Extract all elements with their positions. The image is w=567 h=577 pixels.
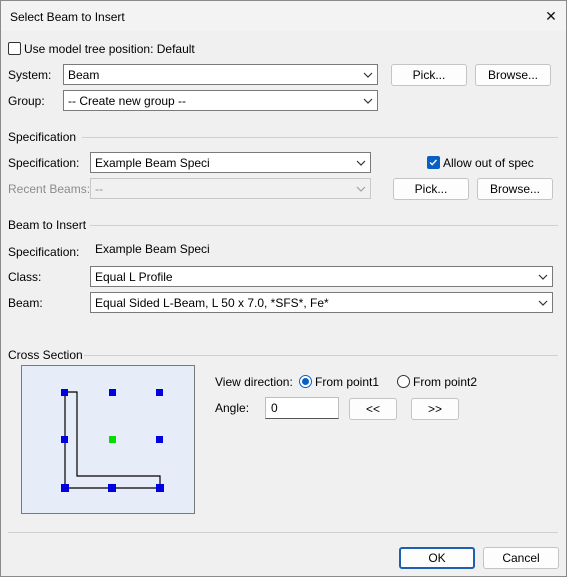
- system-label: System:: [8, 68, 52, 82]
- group-select[interactable]: -- Create new group --: [63, 90, 378, 111]
- angle-input[interactable]: 0: [265, 397, 339, 419]
- beam-spec-label: Specification:: [8, 245, 80, 259]
- handle-bottom-center: [108, 484, 116, 492]
- ok-button[interactable]: OK: [399, 547, 475, 569]
- from-point2-label: From point2: [413, 375, 478, 389]
- from-point1-label: From point1: [315, 375, 380, 389]
- chevron-down-icon: [356, 160, 366, 166]
- recent-beams-label: Recent Beams:: [8, 182, 91, 196]
- angle-label: Angle:: [215, 401, 250, 415]
- use-model-tree-label: Use model tree position: Default: [24, 42, 195, 56]
- chevron-down-icon: [356, 186, 366, 192]
- dialog-title: Select Beam to Insert: [10, 10, 125, 24]
- from-point1-radio[interactable]: [299, 375, 312, 388]
- spec-pick-button[interactable]: Pick...: [393, 178, 469, 200]
- specification-section-title: Specification: [8, 130, 77, 144]
- from-point2-radio[interactable]: [397, 375, 410, 388]
- checkmark-icon: [429, 159, 437, 166]
- handle-mid-left: [61, 436, 68, 443]
- cross-section-preview: [21, 365, 195, 514]
- class-value: Equal L Profile: [95, 270, 173, 284]
- handle-top-right: [156, 389, 163, 396]
- l-profile-diagram: [61, 389, 164, 492]
- handle-center: [109, 436, 116, 443]
- group-value: -- Create new group --: [68, 94, 187, 108]
- chevron-down-icon: [363, 98, 373, 104]
- handle-top-left: [61, 389, 68, 396]
- handle-bottom-left: [61, 484, 69, 492]
- use-model-tree-checkbox[interactable]: [8, 42, 21, 55]
- spec-label: Specification:: [8, 156, 80, 170]
- handle-bottom-right: [156, 484, 164, 492]
- chevron-down-icon: [538, 274, 548, 280]
- rotate-right-button[interactable]: >>: [411, 398, 459, 420]
- specification-divider: [82, 137, 558, 138]
- view-direction-label: View direction:: [215, 375, 293, 389]
- beam-label: Beam:: [8, 296, 43, 310]
- system-browse-button[interactable]: Browse...: [475, 64, 551, 86]
- beam-select[interactable]: Equal Sided L-Beam, L 50 x 7.0, *SFS*, F…: [90, 292, 553, 313]
- title-bar: Select Beam to Insert ✕: [1, 1, 566, 31]
- footer-divider: [8, 532, 558, 533]
- close-icon[interactable]: ✕: [537, 4, 565, 28]
- allow-out-of-spec-label: Allow out of spec: [443, 156, 534, 170]
- system-select[interactable]: Beam: [63, 64, 378, 85]
- handle-mid-right: [156, 436, 163, 443]
- system-value: Beam: [68, 68, 100, 82]
- specification-value: Example Beam Speci: [95, 156, 210, 170]
- cancel-button[interactable]: Cancel: [483, 547, 559, 569]
- recent-beams-select: --: [90, 178, 371, 199]
- rotate-left-button[interactable]: <<: [349, 398, 397, 420]
- cross-section-divider: [84, 355, 558, 356]
- angle-value: 0: [271, 401, 278, 415]
- recent-beams-value: --: [95, 182, 103, 196]
- cross-section-section-title: Cross Section: [8, 348, 83, 362]
- specification-select[interactable]: Example Beam Speci: [90, 152, 371, 173]
- beam-to-insert-divider: [90, 225, 558, 226]
- system-pick-button[interactable]: Pick...: [391, 64, 467, 86]
- chevron-down-icon: [538, 300, 548, 306]
- group-label: Group:: [8, 94, 45, 108]
- beam-to-insert-section-title: Beam to Insert: [8, 218, 87, 232]
- allow-out-of-spec-checkbox[interactable]: [427, 156, 440, 169]
- handle-top-center: [109, 389, 116, 396]
- chevron-down-icon: [363, 72, 373, 78]
- spec-browse-button[interactable]: Browse...: [477, 178, 553, 200]
- class-label: Class:: [8, 270, 42, 284]
- beam-value: Equal Sided L-Beam, L 50 x 7.0, *SFS*, F…: [95, 296, 329, 310]
- class-select[interactable]: Equal L Profile: [90, 266, 553, 287]
- beam-spec-value: Example Beam Speci: [95, 242, 210, 256]
